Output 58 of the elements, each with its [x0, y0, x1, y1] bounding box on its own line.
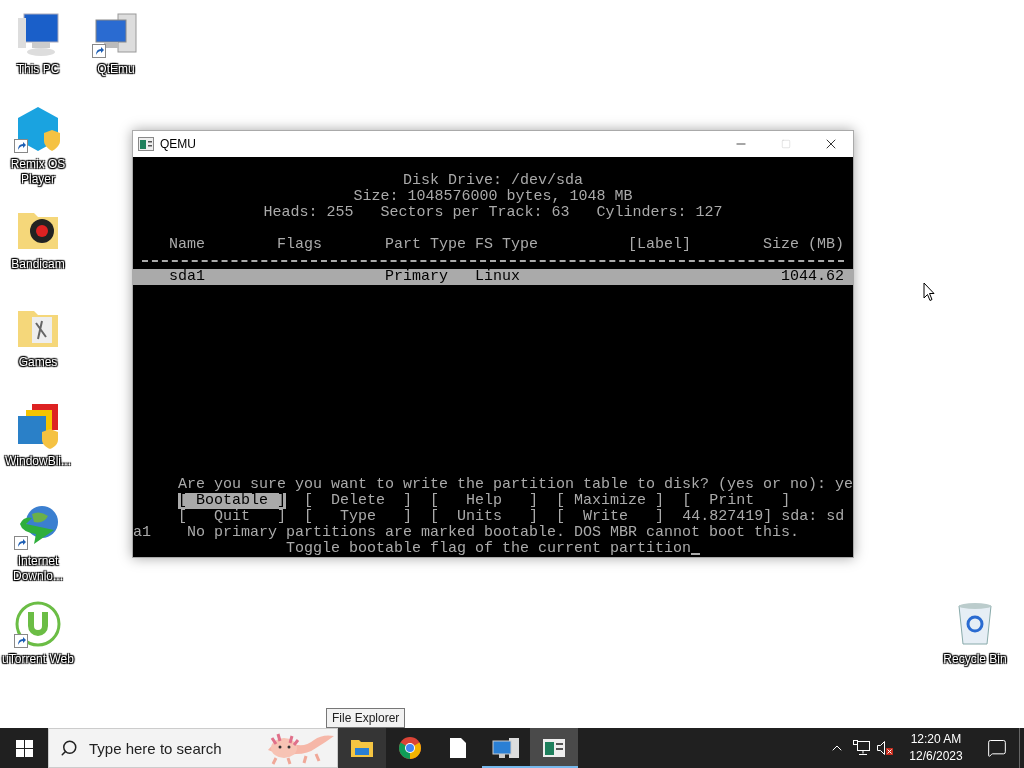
- desktop-icon-label[interactable]: Internet Downlo...: [0, 554, 76, 584]
- warning-text: a1 No primary partitions are marked bootable. DOS MBR cannot boot this.: [133, 525, 800, 541]
- mouse-pointer-icon: [923, 282, 935, 302]
- taskbar-app-button[interactable]: [530, 728, 578, 768]
- menu-option[interactable]: [ Units ]: [430, 509, 539, 525]
- date-text: 12/6/2023: [909, 748, 963, 765]
- menu-option[interactable]: [ Type ]: [304, 509, 413, 525]
- menu-option[interactable]: [ Maximize ]: [556, 493, 665, 509]
- disk-info-text: Disk Drive: /dev/sda: [402, 173, 584, 189]
- chrome-logo-icon: [398, 736, 422, 760]
- hint-text: Toggle bootable flag of the current partition: [285, 541, 692, 557]
- menu-option[interactable]: [ Delete ]: [304, 493, 413, 509]
- search-icon: [60, 739, 78, 757]
- taskbar-app-button[interactable]: [338, 728, 386, 768]
- desktop-icon-label[interactable]: WindowBli...: [5, 454, 71, 469]
- network-icon: [852, 740, 870, 756]
- desktop-icon-label[interactable]: uTorrent Web: [2, 652, 74, 667]
- search-field[interactable]: Type here to search: [48, 728, 338, 768]
- column-header: Part Type: [385, 237, 467, 253]
- table-cell: 1044.62: [781, 269, 844, 285]
- desktop-icon-label[interactable]: Recycle Bin: [943, 652, 1007, 667]
- menu-option[interactable]: [ Bootable ]: [178, 493, 287, 509]
- window-title: QEMU: [160, 137, 197, 151]
- prompt-text: Are you sure you want to write the partition table to disk? (yes or no): ye: [178, 477, 854, 493]
- desktop-icon-label[interactable]: Remix OS Player: [0, 157, 76, 187]
- folder-icon: [350, 738, 374, 758]
- window-app-icon: [542, 738, 566, 758]
- menu-option[interactable]: [ Help ]: [430, 493, 539, 509]
- disk-info-text: Heads: 255 Sectors per Track: 63 Cylinders: 127: [262, 205, 724, 221]
- clock[interactable]: 12:20 AM 12/6/2023: [897, 728, 975, 768]
- column-header: Flags: [277, 237, 323, 253]
- time-text: 12:20 AM: [910, 731, 962, 748]
- kernel-message-text: 44.827419] sda: sd: [682, 509, 845, 525]
- desktop-icon-label[interactable]: Games: [18, 355, 58, 370]
- torrent-logo-icon: [14, 600, 62, 648]
- column-header: Name: [169, 237, 205, 253]
- tooltip: File Explorer: [326, 708, 406, 728]
- desktop-icon-label[interactable]: This PC: [16, 62, 60, 77]
- disk-info-text: Size: 1048576000 bytes, 1048 MB: [352, 189, 634, 205]
- window-app-icon: [138, 137, 154, 151]
- computer-icon: [492, 736, 520, 760]
- column-header: Size (MB): [763, 237, 845, 253]
- notification-icon: [987, 738, 1007, 758]
- table-cell: sda1: [169, 269, 205, 285]
- partition-row[interactable]: sda1 Primary Linux 1044.62: [133, 269, 853, 285]
- document-icon: [449, 737, 467, 759]
- desktop-icon-label[interactable]: QtEmu: [97, 62, 135, 77]
- column-header: FS Type: [475, 237, 539, 253]
- table-cell: Linux: [475, 269, 521, 285]
- menu-option[interactable]: [ Print ]: [682, 493, 791, 509]
- column-header: [Label]: [628, 237, 692, 253]
- windows-logo-icon: [15, 739, 33, 757]
- maximize-icon: [780, 139, 791, 149]
- menu-option[interactable]: [ Write ]: [556, 509, 665, 525]
- menu-option[interactable]: [ Quit ]: [178, 509, 287, 525]
- speaker-muted-icon: [876, 740, 894, 756]
- table-cell: Primary: [385, 269, 449, 285]
- desktop-icon-label[interactable]: Bandicam: [11, 257, 65, 272]
